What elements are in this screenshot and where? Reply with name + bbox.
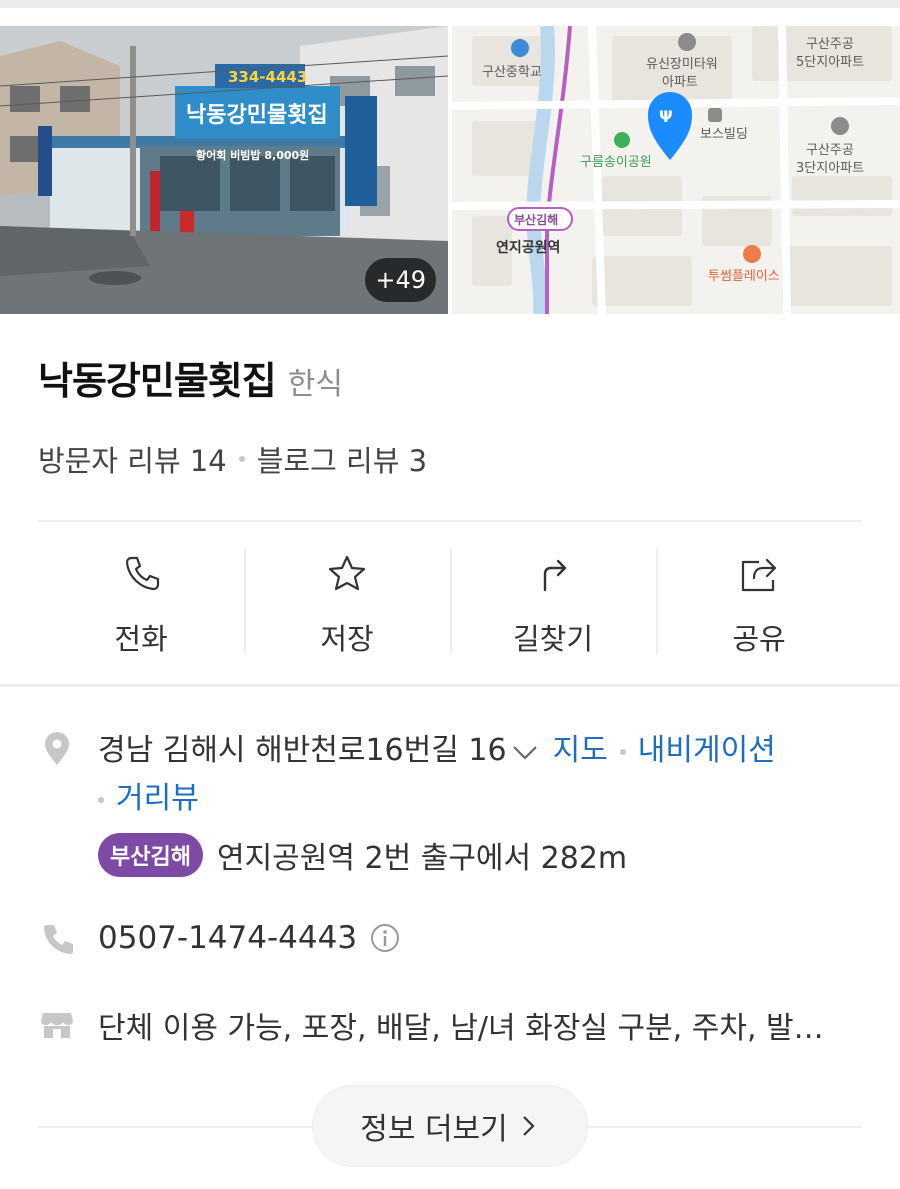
directions-button[interactable]: 길찾기: [450, 522, 656, 684]
sign-phone: 334-4443: [228, 68, 307, 86]
visitor-reviews-link[interactable]: 방문자 리뷰 14: [38, 438, 227, 480]
street-view-link[interactable]: 거리뷰: [116, 781, 199, 816]
map-label-bldg: 보스빌딩: [700, 127, 748, 142]
phone-icon: [125, 556, 160, 591]
blog-reviews-link[interactable]: 블로그 리뷰 3: [257, 438, 427, 480]
map-preview[interactable]: Ψ 구산중학교 유신장미타워 아파트 구산주공 5단지아파트 보스빌딩 구산주공…: [452, 26, 900, 314]
subway-line-badge: 부산김해: [98, 833, 203, 877]
map-label-apt2: 구산주공: [806, 37, 854, 52]
directions-icon: [543, 559, 567, 592]
map-label-station: 연지공원역: [496, 239, 560, 256]
map-link[interactable]: 지도: [553, 733, 608, 768]
subway-info: 부산김해 연지공원역 2번 출구에서 282m: [98, 833, 627, 877]
store-icon: [41, 1013, 73, 1038]
map-image: Ψ 구산중학교 유신장미타워 아파트 구산주공 5단지아파트 보스빌딩 구산주공…: [452, 26, 900, 314]
amenities-text: 단체 이용 가능, 포장, 배달, 남/녀 화장실 구분, 주차, 발…: [98, 1011, 824, 1046]
section-divider: [0, 684, 900, 687]
svg-text:아파트: 아파트: [662, 75, 698, 90]
save-label: 저장: [320, 622, 374, 656]
address-text: 경남 김해시 해반천로16번길 16: [98, 733, 507, 768]
share-icon: [741, 558, 777, 592]
directions-label: 길찾기: [512, 622, 594, 656]
save-button[interactable]: 저장: [244, 522, 450, 684]
photo-gallery[interactable]: 334-4443 낙동강민물횟집 황어회 비빔밥 8,000원 +49 Ψ 구산…: [0, 26, 900, 314]
map-label-park: 구름송이공원: [580, 155, 652, 170]
more-photos-badge[interactable]: +49: [365, 258, 436, 302]
star-icon: [328, 555, 366, 591]
navigation-link[interactable]: 내비게이션: [638, 733, 776, 768]
top-strip: [0, 0, 900, 26]
share-button[interactable]: 공유: [656, 522, 862, 684]
more-info-button[interactable]: 정보 더보기: [312, 1085, 588, 1167]
sign-menu: 황어회 비빔밥 8,000원: [196, 148, 309, 162]
subway-distance: 연지공원역 2번 출구에서 282m: [216, 841, 628, 876]
place-category: 한식: [287, 367, 343, 402]
separator-dot: [619, 748, 626, 755]
more-info-label: 정보 더보기: [360, 1112, 508, 1147]
title-row: 낙동강민물횟집 한식: [38, 350, 343, 405]
location-pin-icon: [45, 732, 69, 765]
review-counts: 방문자 리뷰 14 블로그 리뷰 3: [38, 438, 427, 480]
svg-text:3단지아파트: 3단지아파트: [796, 161, 864, 176]
map-label-place: 투썸플레이스: [708, 269, 780, 284]
phone-icon: [44, 925, 73, 954]
map-label-line: 부산김해: [514, 212, 558, 227]
chevron-right-icon: [522, 1116, 535, 1136]
map-label-apt3: 구산주공: [806, 143, 854, 158]
info-circle-icon[interactable]: [369, 922, 401, 954]
map-label-school: 구산중학교: [482, 65, 542, 80]
separator-dot: [238, 456, 245, 462]
map-label-apt1: 유신장미타워: [646, 57, 718, 72]
chevron-down-icon[interactable]: [511, 737, 539, 767]
phone-number[interactable]: 0507-1474-4443: [98, 920, 357, 956]
call-label: 전화: [114, 622, 168, 656]
call-button[interactable]: 전화: [38, 522, 244, 684]
action-bar: 전화 저장 길찾기 공유: [38, 522, 862, 684]
separator-dot: [98, 796, 104, 803]
sign-name: 낙동강민물횟집: [186, 103, 328, 128]
address-row: 경남 김해시 해반천로16번길 16 지도 내비게이션거리뷰: [98, 727, 858, 823]
storefront-photo[interactable]: 334-4443 낙동강민물횟집 황어회 비빔밥 8,000원 +49: [0, 26, 448, 314]
svg-text:5단지아파트: 5단지아파트: [796, 55, 864, 70]
place-name: 낙동강민물횟집: [38, 359, 277, 403]
phone-row: 0507-1474-4443: [98, 920, 401, 956]
share-label: 공유: [732, 622, 786, 656]
svg-text:Ψ: Ψ: [659, 107, 673, 126]
